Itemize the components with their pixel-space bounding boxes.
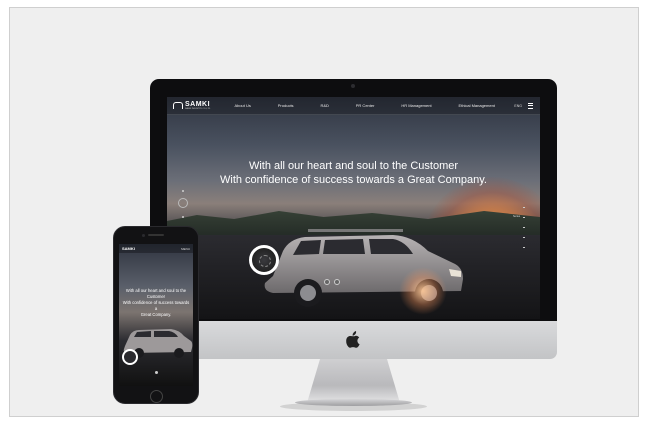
mobile-navbar: SAMKI MENU bbox=[119, 244, 193, 253]
nav-item-products[interactable]: Products bbox=[278, 103, 294, 108]
presentation-frame: SAMKI SAMKI INDUSTRY CO.,LTD About Us Pr… bbox=[9, 7, 639, 417]
nav-item-pr-center[interactable]: PR Center bbox=[356, 103, 375, 108]
mobile-logo[interactable]: SAMKI bbox=[122, 246, 135, 251]
hero-line-1: With all our heart and soul to the Custo… bbox=[248, 160, 459, 172]
mobile-hero-line-4: Great Company. bbox=[140, 312, 172, 317]
nav-item-hr-management[interactable]: HR Management bbox=[401, 103, 431, 108]
feature-hotspot[interactable] bbox=[324, 279, 330, 285]
scale-tick bbox=[523, 217, 525, 218]
scale-tick bbox=[523, 227, 525, 228]
camera-icon bbox=[351, 84, 355, 88]
hero-headline: With all our heart and soul to the Custo… bbox=[167, 159, 540, 187]
desktop-screen: SAMKI SAMKI INDUSTRY CO.,LTD About Us Pr… bbox=[167, 97, 540, 319]
mobile-wheel-icon[interactable] bbox=[122, 349, 138, 365]
nav-item-about-us[interactable]: About Us bbox=[234, 103, 250, 108]
logo-mark-icon bbox=[173, 102, 183, 109]
mobile-phone: SAMKI MENU With all our heart and soul t… bbox=[113, 226, 199, 404]
mobile-screen: SAMKI MENU With all our heart and soul t… bbox=[119, 244, 193, 386]
mobile-hero-headline: With all our heart and soul to the Custo… bbox=[121, 288, 191, 318]
apple-icon bbox=[346, 331, 360, 348]
slide-ring-indicator[interactable] bbox=[178, 198, 188, 208]
wheel-icon[interactable] bbox=[249, 245, 279, 275]
slide-dot[interactable] bbox=[182, 190, 184, 192]
scale-tick bbox=[523, 207, 525, 208]
hero-line-2: With confidence of success towards a Gre… bbox=[220, 174, 487, 186]
light-flare bbox=[399, 267, 447, 315]
logo-text: SAMKI bbox=[185, 101, 211, 108]
monitor-stand-base bbox=[295, 399, 412, 406]
desktop-monitor: SAMKI SAMKI INDUSTRY CO.,LTD About Us Pr… bbox=[150, 79, 557, 411]
monitor-stand-neck bbox=[307, 359, 400, 403]
monitor-bezel: SAMKI SAMKI INDUSTRY CO.,LTD About Us Pr… bbox=[150, 79, 557, 321]
main-nav: About Us Products R&D PR Center HR Manag… bbox=[221, 103, 508, 108]
wheel-hub bbox=[259, 255, 271, 267]
site-navbar: SAMKI SAMKI INDUSTRY CO.,LTD About Us Pr… bbox=[167, 97, 540, 115]
slide-dot[interactable] bbox=[182, 216, 184, 218]
language-selector[interactable]: ENG bbox=[514, 104, 522, 108]
mobile-menu-button[interactable]: MENU bbox=[181, 247, 190, 251]
scale-label: Series bbox=[513, 215, 521, 218]
site-logo[interactable]: SAMKI SAMKI INDUSTRY CO.,LTD bbox=[173, 101, 221, 110]
front-camera-icon bbox=[142, 234, 145, 237]
mobile-hero-line-3: With confidence of success towards a bbox=[122, 300, 190, 311]
nav-item-ethical-management[interactable]: Ethical Management bbox=[458, 103, 494, 108]
nav-item-rnd[interactable]: R&D bbox=[320, 103, 328, 108]
feature-hotspot[interactable] bbox=[334, 279, 340, 285]
mobile-slide-dot[interactable] bbox=[155, 371, 158, 374]
phone-speaker bbox=[148, 234, 164, 236]
scale-tick bbox=[523, 237, 525, 238]
menu-icon[interactable] bbox=[528, 102, 533, 109]
home-button[interactable] bbox=[150, 390, 163, 403]
logo-subtext: SAMKI INDUSTRY CO.,LTD bbox=[185, 108, 211, 110]
scale-tick bbox=[523, 247, 525, 248]
